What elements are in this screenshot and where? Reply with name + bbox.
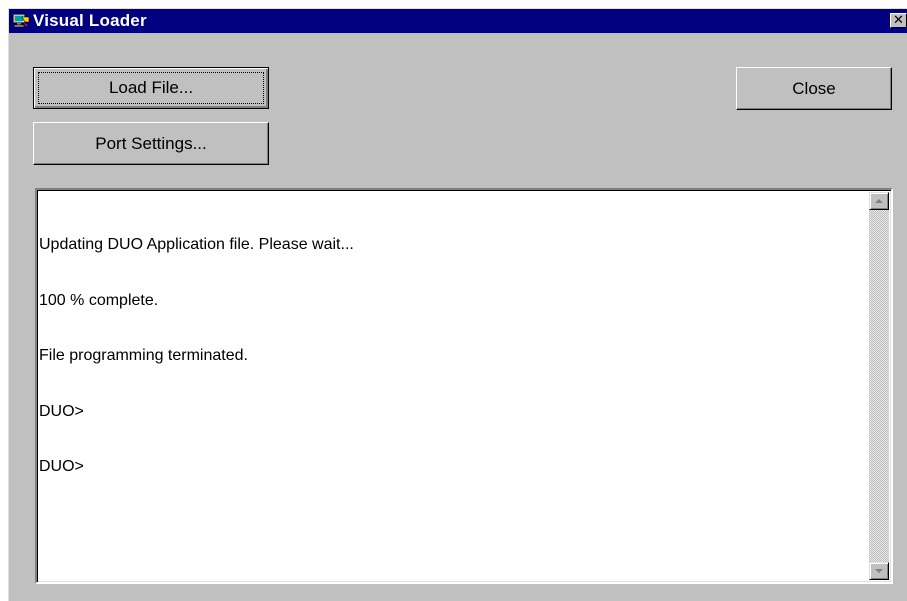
log-output[interactable]: Updating DUO Application file. Please wa… bbox=[35, 188, 893, 584]
title-close-button[interactable]: ✕ bbox=[890, 13, 907, 28]
log-text: Updating DUO Application file. Please wa… bbox=[39, 199, 354, 514]
title-bar[interactable]: Visual Loader ✕ bbox=[9, 9, 907, 33]
load-file-label: Load File... bbox=[108, 78, 194, 97]
close-label: Close bbox=[792, 79, 836, 98]
scroll-up-button[interactable] bbox=[869, 192, 889, 210]
visual-loader-app-icon bbox=[12, 13, 30, 28]
port-settings-button[interactable]: Port Settings... bbox=[33, 122, 269, 165]
log-line: Updating DUO Application file. Please wa… bbox=[39, 236, 354, 253]
scroll-down-button[interactable] bbox=[869, 562, 889, 580]
close-button[interactable]: Close bbox=[736, 67, 892, 110]
log-line: File programming terminated. bbox=[39, 347, 248, 364]
arrow-up-icon bbox=[875, 199, 883, 203]
load-file-button[interactable]: Load File... bbox=[33, 67, 269, 109]
port-settings-label: Port Settings... bbox=[95, 134, 207, 153]
visual-loader-window: Visual Loader ✕ Load File... Port Settin… bbox=[8, 8, 907, 601]
log-line: 100 % complete. bbox=[39, 291, 159, 309]
arrow-down-icon bbox=[875, 569, 883, 573]
log-line: DUO> bbox=[39, 402, 84, 420]
vertical-scrollbar[interactable] bbox=[869, 192, 889, 580]
close-icon: ✕ bbox=[893, 12, 904, 27]
window-title: Visual Loader bbox=[33, 11, 147, 30]
log-line: DUO> bbox=[39, 458, 84, 475]
